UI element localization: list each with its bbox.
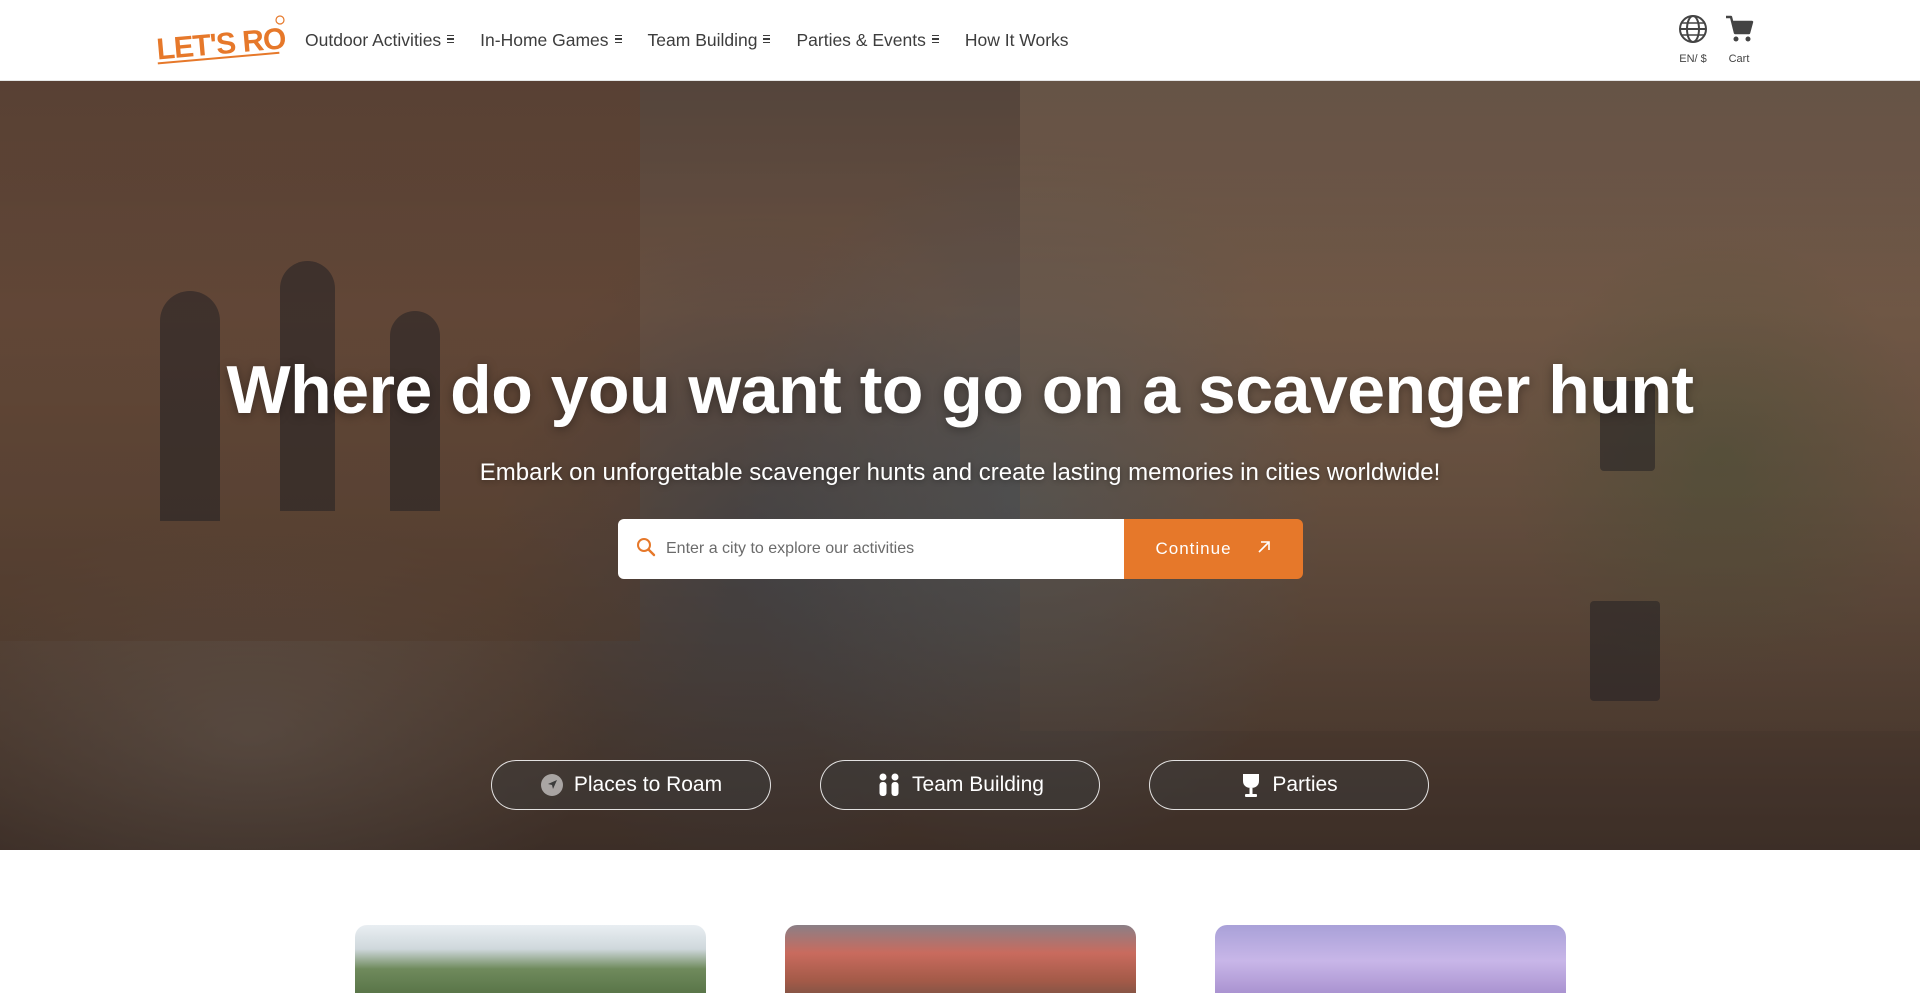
nav-team-building[interactable]: Team Building [648,30,771,51]
destination-card[interactable] [355,925,706,993]
city-search-form: Continue [618,519,1303,579]
trophy-icon [1240,772,1262,798]
navigation-icon [540,773,564,797]
pill-places-to-roam[interactable]: Places to Roam [491,760,771,810]
people-icon [876,772,902,798]
cart-icon [1724,14,1754,49]
hero-title: Where do you want to go on a scavenger h… [226,352,1694,428]
nav-outdoor-activities-label: Outdoor Activities [305,30,442,50]
search-icon [636,537,656,562]
nav-how-it-works[interactable]: How It Works [965,30,1069,51]
dropdown-icon [931,34,939,47]
arrow-up-right-icon [1256,539,1272,560]
nav-outdoor-activities[interactable]: Outdoor Activities [305,30,455,51]
nav-how-it-works-label: How It Works [964,30,1069,50]
cart-label: Cart [1728,53,1750,65]
city-search-box[interactable] [618,519,1124,579]
cart-button[interactable]: Cart [1724,14,1754,65]
main-nav: Outdoor Activities In-Home Games Team Bu… [305,0,1095,81]
pill-team-building[interactable]: Team Building [820,760,1100,810]
dropdown-icon [614,34,622,47]
pill-parties[interactable]: Parties [1149,760,1429,810]
continue-button-label: Continue [1155,539,1232,558]
hero-section: Where do you want to go on a scavenger h… [0,81,1920,850]
destination-card[interactable] [1215,925,1566,993]
pill-team-building-label: Team Building [912,773,1044,796]
dropdown-icon [763,34,771,47]
continue-button[interactable]: Continue [1124,519,1303,579]
destination-card[interactable] [785,925,1136,993]
nav-parties-events-label: Parties & Events [796,30,926,50]
city-search-input[interactable] [666,540,1106,558]
locale-button[interactable]: EN/ $ [1678,14,1708,65]
site-header: LET'S ROAM Outdoor Activities In-Home Ga… [0,0,1920,81]
pill-parties-label: Parties [1272,773,1338,796]
hero-category-pills: Places to Roam Team Building Parties [0,760,1920,810]
nav-in-home-games[interactable]: In-Home Games [480,30,622,51]
dropdown-icon [447,34,455,47]
nav-team-building-label: Team Building [647,30,758,50]
globe-icon [1678,14,1708,49]
nav-parties-events[interactable]: Parties & Events [796,30,939,51]
locale-label: EN/ $ [1679,53,1707,65]
pill-places-to-roam-label: Places to Roam [573,773,723,796]
nav-in-home-games-label: In-Home Games [480,30,609,50]
lets-roam-logo[interactable]: LET'S ROAM [152,14,331,66]
hero-subtitle: Embark on unforgettable scavenger hunts … [479,459,1441,486]
